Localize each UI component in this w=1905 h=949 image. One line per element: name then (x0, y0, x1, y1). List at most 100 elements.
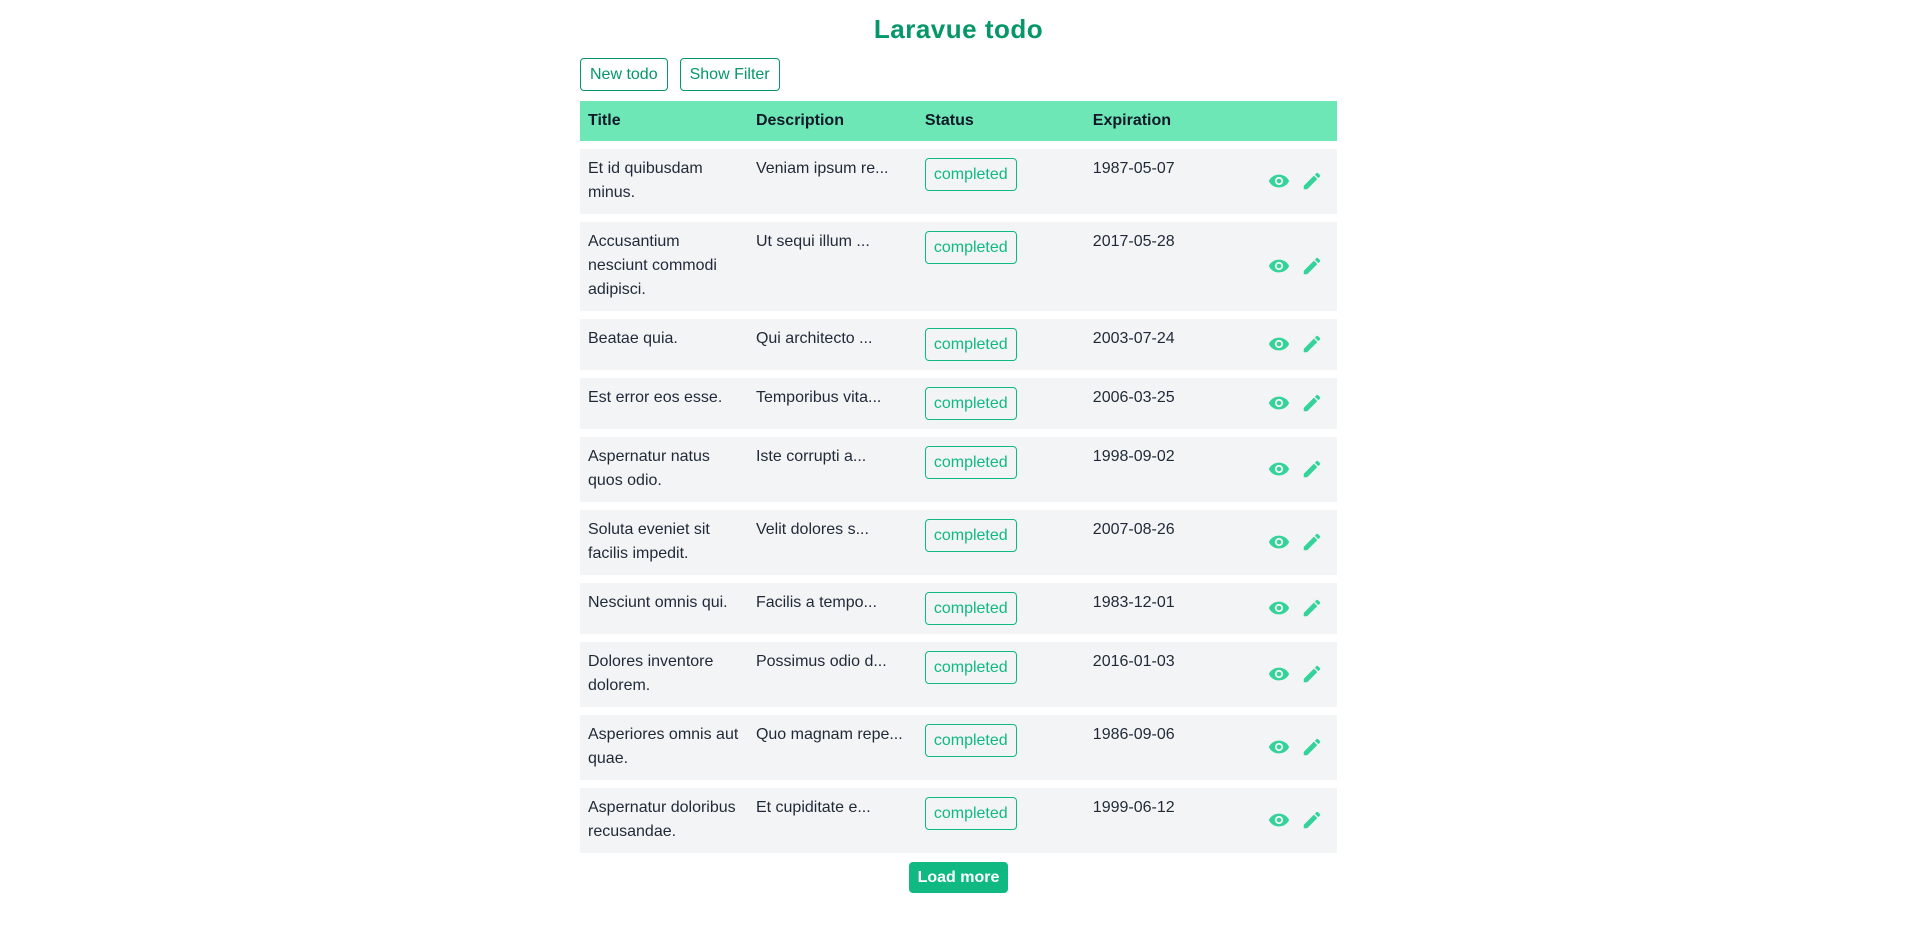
todo-status-cell: completed (917, 788, 1085, 853)
todo-description: Possimus odio d... (755, 653, 887, 670)
todo-app: Laravue todo New todo Show Filter Title … (580, 0, 1337, 893)
todo-status-cell: completed (917, 642, 1085, 707)
table-header-row: Title Description Status Expiration (580, 101, 1337, 141)
todo-status-cell: completed (917, 319, 1085, 370)
table-body: Et id quibusdam minus. Veniam ipsum re..… (580, 149, 1337, 853)
eye-icon[interactable] (1268, 458, 1290, 480)
pencil-icon[interactable] (1301, 255, 1323, 277)
status-badge: completed (924, 651, 1017, 684)
todo-description: Iste corrupti a... (755, 448, 867, 465)
todo-description: Qui architecto ... (755, 330, 873, 347)
column-header-expiration: Expiration (1092, 112, 1172, 129)
pencil-icon[interactable] (1301, 597, 1323, 619)
status-badge: completed (924, 328, 1017, 361)
todo-description: Quo magnam repe... (755, 726, 903, 743)
eye-icon[interactable] (1268, 809, 1290, 831)
status-badge: completed (924, 446, 1017, 479)
toolbar: New todo Show Filter (580, 58, 1337, 91)
row-actions (1253, 222, 1337, 311)
todo-title: Beatae quia. (588, 330, 678, 347)
load-more-button[interactable]: Load more (908, 862, 1009, 893)
todo-expiration: 2007-08-26 (1092, 521, 1175, 538)
eye-icon[interactable] (1268, 736, 1290, 758)
table-row: Aspernatur natus quos odio. Iste corrupt… (580, 437, 1337, 502)
todo-expiration: 2003-07-24 (1092, 330, 1175, 347)
todo-status-cell: completed (917, 149, 1085, 214)
todo-expiration: 2016-01-03 (1092, 653, 1175, 670)
column-header-actions (1253, 101, 1337, 141)
pencil-icon[interactable] (1301, 333, 1323, 355)
pencil-icon[interactable] (1301, 736, 1323, 758)
todo-title: Nesciunt omnis qui. (588, 594, 728, 611)
table-row: Et id quibusdam minus. Veniam ipsum re..… (580, 149, 1337, 214)
column-header-status: Status (924, 112, 974, 129)
todo-title: Soluta eveniet sit facilis impedit. (588, 521, 710, 562)
pencil-icon[interactable] (1301, 809, 1323, 831)
status-badge: completed (924, 724, 1017, 757)
eye-icon[interactable] (1268, 170, 1290, 192)
eye-icon[interactable] (1268, 663, 1290, 685)
pencil-icon[interactable] (1301, 392, 1323, 414)
todo-status-cell: completed (917, 378, 1085, 429)
table-header: Title Description Status Expiration (580, 101, 1337, 141)
row-actions (1253, 378, 1337, 429)
todo-expiration: 1986-09-06 (1092, 726, 1175, 743)
row-actions (1253, 319, 1337, 370)
status-badge: completed (924, 387, 1017, 420)
table-row: Nesciunt omnis qui. Facilis a tempo... c… (580, 583, 1337, 634)
todo-description: Temporibus vita... (755, 389, 882, 406)
pencil-icon[interactable] (1301, 663, 1323, 685)
eye-icon[interactable] (1268, 597, 1290, 619)
status-badge: completed (924, 231, 1017, 264)
pencil-icon[interactable] (1301, 531, 1323, 553)
eye-icon[interactable] (1268, 333, 1290, 355)
todo-title: Dolores inventore dolorem. (588, 653, 714, 694)
todo-description: Ut sequi illum ... (755, 233, 870, 250)
status-badge: completed (924, 519, 1017, 552)
row-actions (1253, 583, 1337, 634)
eye-icon[interactable] (1268, 531, 1290, 553)
show-filter-button[interactable]: Show Filter (679, 58, 780, 91)
todo-title: Aspernatur natus quos odio. (588, 448, 710, 489)
row-actions (1253, 715, 1337, 780)
todo-expiration: 1987-05-07 (1092, 160, 1175, 177)
todo-table: Title Description Status Expiration Et i… (580, 93, 1337, 861)
todo-description: Veniam ipsum re... (755, 160, 889, 177)
todo-title: Est error eos esse. (588, 389, 723, 406)
table-footer: Load more (580, 862, 1337, 893)
todo-title: Asperiores omnis aut quae. (588, 726, 739, 767)
page-title: Laravue todo (873, 14, 1044, 44)
row-actions (1253, 642, 1337, 707)
table-row: Asperiores omnis aut quae. Quo magnam re… (580, 715, 1337, 780)
todo-status-cell: completed (917, 510, 1085, 575)
pencil-icon[interactable] (1301, 170, 1323, 192)
eye-icon[interactable] (1268, 392, 1290, 414)
pencil-icon[interactable] (1301, 458, 1323, 480)
table-row: Dolores inventore dolorem. Possimus odio… (580, 642, 1337, 707)
todo-expiration: 1999-06-12 (1092, 799, 1175, 816)
todo-description: Facilis a tempo... (755, 594, 877, 611)
todo-expiration: 2006-03-25 (1092, 389, 1175, 406)
table-row: Soluta eveniet sit facilis impedit. Veli… (580, 510, 1337, 575)
todo-status-cell: completed (917, 583, 1085, 634)
todo-title: Accusantium nesciunt commodi adipisci. (588, 233, 717, 298)
todo-description: Velit dolores s... (755, 521, 869, 538)
todo-title: Aspernatur doloribus recusandae. (588, 799, 736, 840)
todo-title: Et id quibusdam minus. (588, 160, 703, 201)
table-row: Aspernatur doloribus recusandae. Et cupi… (580, 788, 1337, 853)
row-actions (1253, 149, 1337, 214)
todo-expiration: 2017-05-28 (1092, 233, 1175, 250)
eye-icon[interactable] (1268, 255, 1290, 277)
todo-expiration: 1983-12-01 (1092, 594, 1175, 611)
new-todo-button[interactable]: New todo (580, 58, 668, 91)
table-row: Beatae quia. Qui architecto ... complete… (580, 319, 1337, 370)
status-badge: completed (924, 592, 1017, 625)
todo-expiration: 1998-09-02 (1092, 448, 1175, 465)
status-badge: completed (924, 158, 1017, 191)
table-row: Accusantium nesciunt commodi adipisci. U… (580, 222, 1337, 311)
todo-status-cell: completed (917, 222, 1085, 311)
row-actions (1253, 788, 1337, 853)
table-row: Est error eos esse. Temporibus vita... c… (580, 378, 1337, 429)
status-badge: completed (924, 797, 1017, 830)
column-header-title: Title (588, 112, 621, 129)
